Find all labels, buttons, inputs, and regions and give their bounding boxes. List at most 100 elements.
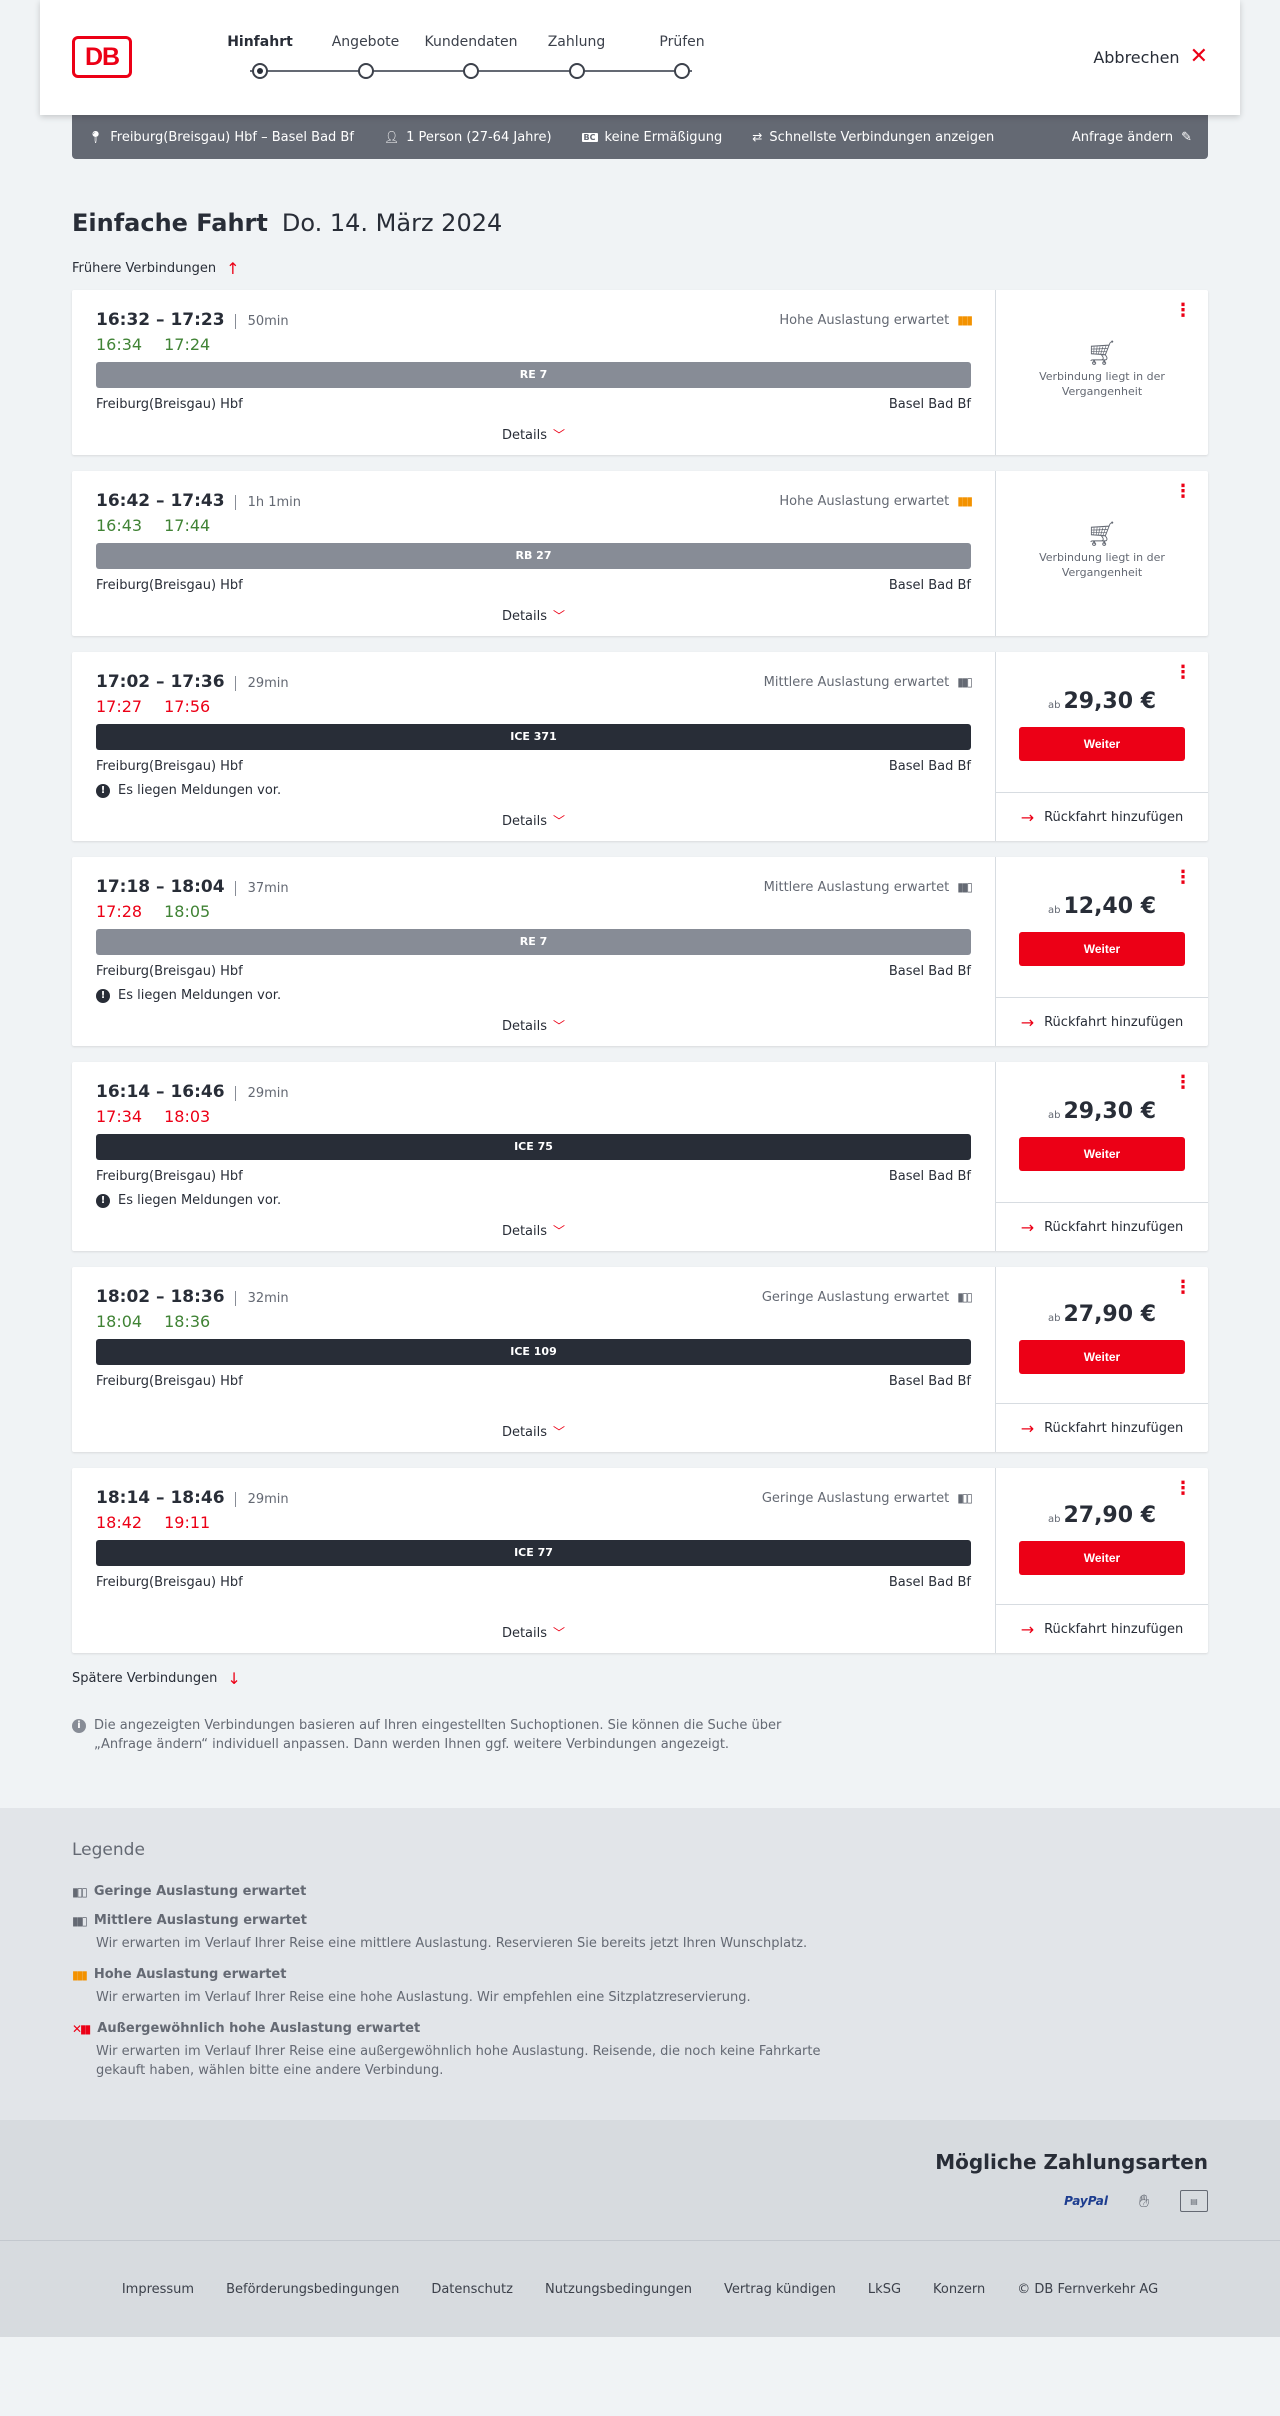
more-options-icon[interactable]: ⋮ — [1174, 1480, 1192, 1498]
payment-methods-title: Mögliche Zahlungsarten — [935, 2150, 1208, 2174]
continue-button[interactable]: Weiter — [1019, 727, 1185, 761]
cart-disabled-icon: 🛒︎ — [1086, 520, 1118, 548]
edit-request-button[interactable]: Anfrage ändern ✎ — [1072, 130, 1192, 145]
train-bar[interactable]: ICE 371 — [96, 724, 971, 750]
connection-info[interactable]: 16:32 – 17:23 50min Hohe Auslastung erwart… — [72, 290, 995, 455]
realtime-row: 17:27 17:56 — [96, 697, 971, 716]
continue-button[interactable]: Weiter — [1019, 1541, 1185, 1575]
more-options-icon[interactable]: ⋮ — [1174, 1279, 1192, 1297]
connection-info[interactable]: 16:42 – 17:43 1h 1min Hohe Auslastung erwa… — [72, 471, 995, 636]
add-return-trip-link[interactable]: → Rückfahrt hinzufügen — [996, 998, 1208, 1046]
more-options-icon[interactable]: ⋮ — [1174, 1074, 1192, 1092]
fastest-text: Schnellste Verbindungen anzeigen — [769, 129, 995, 145]
payment-icons: PayPal ✋︎ ▤ — [0, 2190, 1208, 2212]
stations-row: Freiburg(Breisgau) Hbf Basel Bad Bf — [96, 397, 971, 412]
legend-item-label: Mittlere Auslastung erwartet — [93, 1913, 307, 1928]
train-bar[interactable]: RE 7 — [96, 929, 971, 955]
chevron-down-icon: ﹀ — [553, 814, 566, 828]
legend-item-description: Wir erwarten im Verlauf Ihrer Reise eine… — [96, 1990, 751, 2005]
footer-links: Impressum Beförderungsbedingungen Datensch… — [0, 2240, 1280, 2337]
train-bar[interactable]: ICE 77 — [96, 1540, 971, 1566]
footer-link[interactable]: Konzern — [933, 2282, 985, 2297]
realtime-departure: 16:43 — [96, 516, 143, 535]
details-toggle[interactable]: Details ﹀ — [96, 593, 971, 636]
step-zahlung[interactable]: Zahlung — [527, 34, 627, 79]
details-toggle[interactable]: Details ﹀ — [96, 412, 971, 455]
legend-item-description: Wir erwarten im Verlauf Ihrer Reise eine… — [96, 2044, 821, 2078]
continue-button[interactable]: Weiter — [1019, 932, 1185, 966]
footer-link[interactable]: Datenschutz — [431, 2282, 513, 2297]
cancel-label: Abbrechen — [1093, 47, 1180, 67]
planned-times: 17:02 – 17:36 — [96, 672, 225, 692]
time-group: 16:32 – 17:23 50min — [96, 310, 289, 330]
duration: 29min — [234, 1492, 289, 1507]
more-options-icon[interactable]: ⋮ — [1174, 302, 1192, 320]
realtime-arrival: 18:36 — [164, 1312, 211, 1331]
step-label: Zahlung — [547, 34, 606, 50]
more-options-icon[interactable]: ⋮ — [1174, 664, 1192, 682]
footer-link[interactable]: Nutzungsbedingungen — [545, 2282, 692, 2297]
footer-link[interactable]: Beförderungsbedingungen — [226, 2282, 399, 2297]
connection-info[interactable]: 18:14 – 18:46 29min Geringe Auslastung erw… — [72, 1468, 995, 1653]
db-logo[interactable]: DB — [72, 36, 132, 78]
step-kundendaten[interactable]: Kundendaten — [421, 34, 521, 79]
details-toggle[interactable]: Details ﹀ — [96, 1409, 971, 1452]
occupancy-indicator: Geringe Auslastung erwartet ▮▯▯ — [762, 1491, 973, 1506]
price-prefix: ab — [1047, 700, 1061, 711]
realtime-departure: 16:34 — [96, 335, 143, 354]
price: ab 29,30 € — [1048, 1099, 1156, 1124]
realtime-row: 16:34 17:24 — [96, 335, 971, 354]
details-label: Details — [501, 1019, 548, 1034]
arrow-down-icon: ↓ — [227, 1669, 241, 1688]
add-return-trip-link[interactable]: → Rückfahrt hinzufügen — [996, 1404, 1208, 1452]
continue-button[interactable]: Weiter — [1019, 1340, 1185, 1374]
times-row: 18:02 – 18:36 32min Geringe Auslastung erw… — [96, 1287, 973, 1307]
price-prefix: ab — [1047, 1313, 1061, 1324]
cart-disabled-icon: 🛒︎ — [1086, 339, 1118, 367]
add-return-trip-link[interactable]: → Rückfahrt hinzufügen — [996, 1605, 1208, 1653]
step-label: Angebote — [331, 34, 400, 50]
step-angebote[interactable]: Angebote — [316, 34, 416, 79]
step-hinfahrt[interactable]: Hinfahrt — [210, 34, 310, 79]
connection-card: 18:02 – 18:36 32min Geringe Auslastung erw… — [72, 1267, 1208, 1452]
add-return-trip-link[interactable]: → Rückfahrt hinzufügen — [996, 1203, 1208, 1251]
alert-icon: ! — [96, 783, 110, 798]
price-prefix: ab — [1047, 1514, 1061, 1525]
occupancy-indicator: Hohe Auslastung erwartet ▮▮▮ — [779, 312, 973, 328]
connection-info[interactable]: 18:02 – 18:36 32min Geringe Auslastung erw… — [72, 1267, 995, 1452]
connection-info[interactable]: 16:14 – 16:46 29min 17:34 18:03 ICE 75 Freibu… — [72, 1062, 995, 1251]
more-options-icon[interactable]: ⋮ — [1174, 483, 1192, 501]
more-options-icon[interactable]: ⋮ — [1174, 869, 1192, 887]
earlier-connections-link[interactable]: Frühere Verbindungen ↑ — [72, 259, 1280, 278]
add-return-trip-link[interactable]: → Rückfahrt hinzufügen — [996, 793, 1208, 841]
info-note: i Die angezeigten Verbindungen basieren … — [72, 1716, 832, 1754]
chevron-down-icon: ﹀ — [553, 1224, 566, 1238]
occupancy-label: Hohe Auslastung erwartet — [779, 312, 950, 328]
details-toggle[interactable]: Details ﹀ — [96, 1208, 971, 1251]
footer-link[interactable]: © DB Fernverkehr AG — [1017, 2282, 1158, 2297]
details-toggle[interactable]: Details ﹀ — [96, 1003, 971, 1046]
train-bar[interactable]: RE 7 — [96, 362, 971, 388]
time-group: 17:18 – 18:04 37min — [96, 877, 289, 897]
price: ab 29,30 € — [1048, 689, 1156, 714]
cancel-button[interactable]: Abbrechen ✕ — [1093, 46, 1208, 68]
train-bar[interactable]: RB 27 — [96, 543, 971, 569]
connection-info[interactable]: 17:02 – 17:36 29min Mittlere Auslastung er… — [72, 652, 995, 841]
realtime-departure: 17:28 — [96, 902, 143, 921]
step-prüfen[interactable]: Prüfen — [632, 34, 732, 79]
realtime-row: 16:43 17:44 — [96, 516, 971, 535]
later-connections-link[interactable]: Spätere Verbindungen ↓ — [72, 1669, 1280, 1688]
connection-info[interactable]: 17:18 – 18:04 37min Mittlere Auslastung er… — [72, 857, 995, 1046]
arrival-station: Basel Bad Bf — [888, 397, 971, 412]
train-bar[interactable]: ICE 75 — [96, 1134, 971, 1160]
duration: 50min — [234, 314, 289, 329]
details-toggle[interactable]: Details ﹀ — [96, 1610, 971, 1653]
train-bar[interactable]: ICE 109 — [96, 1339, 971, 1365]
continue-button[interactable]: Weiter — [1019, 1137, 1185, 1171]
footer-link[interactable]: Vertrag kündigen — [724, 2282, 836, 2297]
details-toggle[interactable]: Details ﹀ — [96, 798, 971, 841]
footer-link[interactable]: Impressum — [122, 2282, 194, 2297]
arrival-station: Basel Bad Bf — [888, 964, 971, 979]
departure-station: Freiburg(Breisgau) Hbf — [96, 578, 243, 593]
footer-link[interactable]: LkSG — [868, 2282, 901, 2297]
